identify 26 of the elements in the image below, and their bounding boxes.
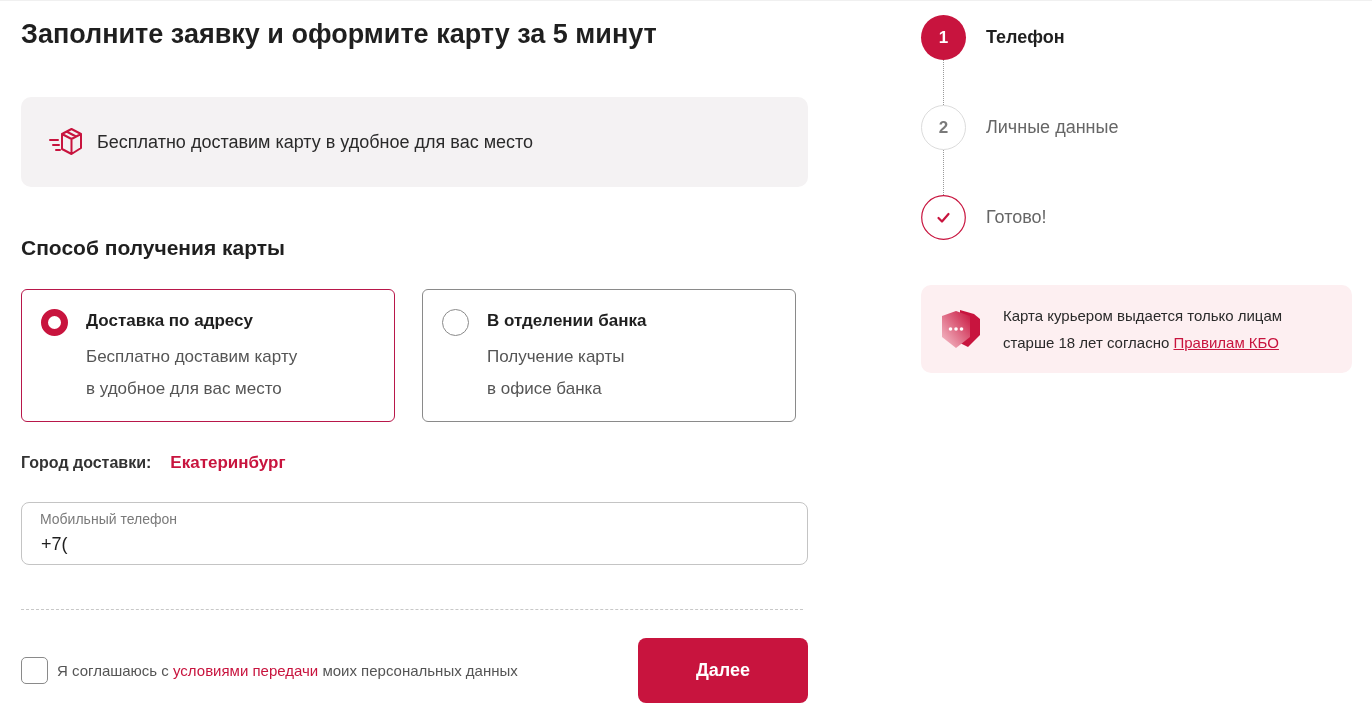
option-description: Бесплатно доставим карту в удобное для вас место [86,346,298,400]
step-label: Готово! [986,206,1047,229]
city-label: Город доставки: [21,453,152,473]
checkbox[interactable] [21,657,48,684]
city-link[interactable]: Екатеринбург [170,451,286,475]
option-description: Получение карты в офисе банка [487,346,625,400]
consent-text: Я соглашаюсь с условиями передачи моих персональных данных [57,660,518,681]
option-title: Доставка по адресу [86,310,253,332]
delivery-option-card[interactable]: В отделении банка Получение карты в офисе банка [422,289,796,422]
delivery-box-icon [48,126,84,158]
option-title: В отделении банка [487,310,647,332]
terms-link[interactable]: условиями передачи [173,661,319,679]
step-number: 2 [921,105,966,150]
radio-button[interactable] [442,309,469,336]
next-button[interactable]: Далее [638,638,808,703]
step-label: Телефон [986,26,1065,49]
delivery-option-card[interactable]: Доставка по адресу Бесплатно доставим карту в удобное для вас место [21,289,395,422]
section-title: Способ получения карты [21,235,285,261]
field-label: Мобильный телефон [40,510,177,528]
rules-link[interactable]: Правилам КБО [1173,334,1279,351]
promo-text: Бесплатно доставим карту в удобное для вас место [97,130,534,154]
notice-text: Карта курьером выдается только лицам старше 18 лет согласно Правилам КБО [1003,306,1284,353]
radio-button[interactable] [41,309,68,336]
step-number: 1 [921,15,966,60]
page-heading: Заполните заявку и оформите карту за 5 минут [21,18,657,51]
step-label: Личные данные [986,116,1119,139]
